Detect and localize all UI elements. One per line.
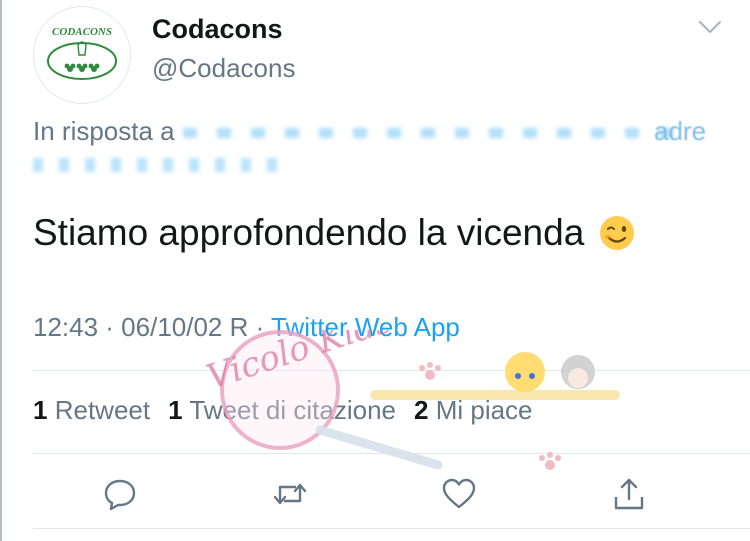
- tweet-meta: 12:43 · 06/10/02 R · Twitter Web App: [33, 312, 460, 343]
- reply-mention-fragment[interactable]: adre: [654, 116, 706, 147]
- reply-prefix: In risposta a: [33, 116, 175, 146]
- retweets-count: 1: [33, 395, 48, 425]
- retweet-icon[interactable]: [272, 476, 308, 512]
- tweet-detail: CODACONS Codacons @Codacons In risposta …: [0, 0, 750, 541]
- quotes-stat[interactable]: 1 Tweet di citazione: [168, 395, 396, 425]
- quotes-count: 1: [168, 395, 183, 425]
- divider: [33, 453, 750, 454]
- codacons-logo: CODACONS: [47, 26, 117, 80]
- retweets-label: Retweet: [54, 395, 151, 425]
- retweets-stat[interactable]: 1 Retweet: [33, 395, 150, 425]
- avatar[interactable]: CODACONS: [33, 6, 131, 104]
- obscured-mentions-line2: [33, 158, 293, 172]
- like-icon[interactable]: [441, 476, 477, 512]
- logo-text: CODACONS: [52, 26, 112, 38]
- divider: [33, 370, 750, 371]
- likes-stat[interactable]: 2 Mi piace: [414, 395, 533, 425]
- likes-label: Mi piace: [435, 395, 533, 425]
- window-edge: [0, 0, 2, 541]
- chevron-down-icon[interactable]: [697, 18, 723, 36]
- meta-separator: ·: [248, 312, 272, 342]
- reply-icon[interactable]: [102, 476, 138, 512]
- share-icon[interactable]: [611, 476, 647, 512]
- source-app-link[interactable]: Twitter Web App: [271, 312, 460, 342]
- timestamp[interactable]: 12:43 · 06/10/02 R: [33, 312, 248, 342]
- reply-context: In risposta a: [33, 116, 683, 147]
- likes-count: 2: [414, 395, 429, 425]
- user-handle[interactable]: @Codacons: [152, 53, 295, 84]
- tweet-text: Stiamo approfondendo la vicenda: [33, 212, 636, 254]
- display-name[interactable]: Codacons: [152, 14, 283, 45]
- tweet-stats: 1 Retweet 1 Tweet di citazione 2 Mi piace: [33, 395, 533, 426]
- quotes-label: Tweet di citazione: [189, 395, 396, 425]
- tweet-body: Stiamo approfondendo la vicenda: [33, 212, 585, 253]
- obscured-mentions: [182, 128, 683, 139]
- divider: [33, 528, 750, 529]
- winking-face-icon: [600, 216, 635, 250]
